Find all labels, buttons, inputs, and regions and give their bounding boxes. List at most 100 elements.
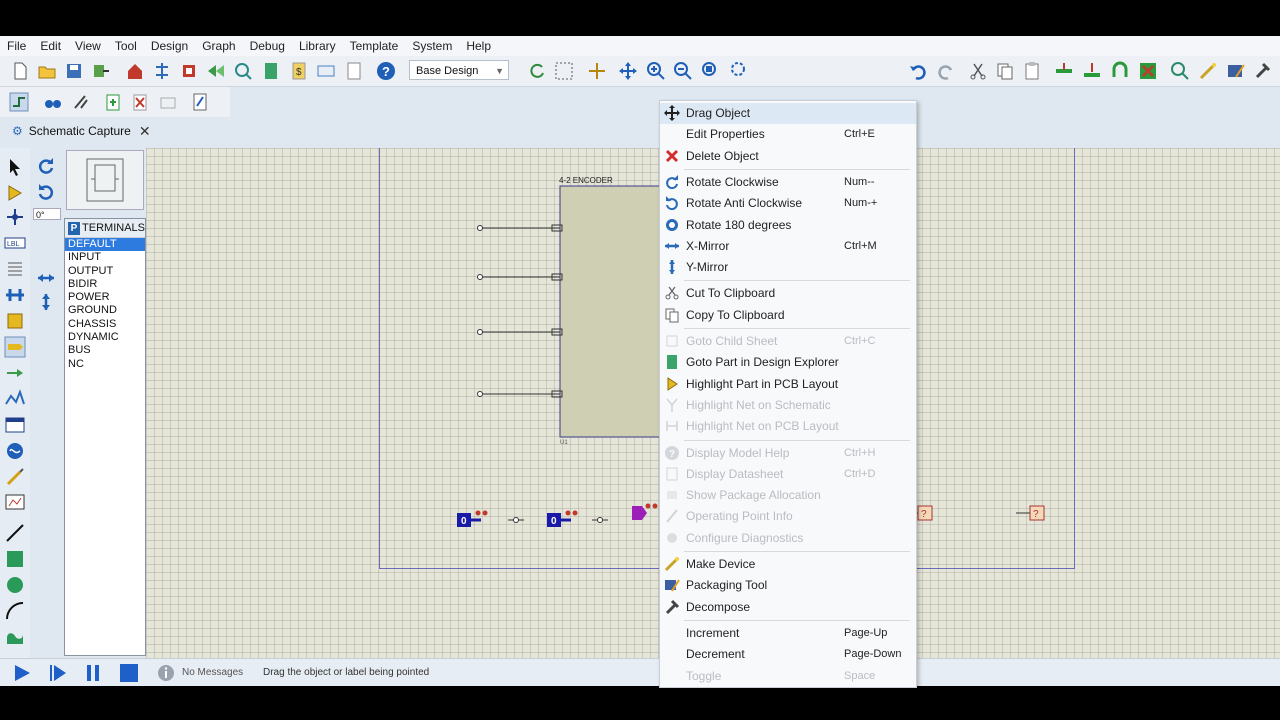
- x-mirror-icon[interactable]: [36, 268, 56, 288]
- zoom-in-icon[interactable]: [646, 61, 666, 81]
- pan-icon[interactable]: [618, 61, 638, 81]
- play-icon[interactable]: [12, 664, 32, 682]
- tape-recorder-icon[interactable]: [4, 414, 26, 436]
- open-folder-icon[interactable]: [37, 61, 57, 81]
- new-file-icon[interactable]: [10, 61, 30, 81]
- block-delete-icon[interactable]: [1138, 61, 1158, 81]
- menu-template[interactable]: Template: [343, 39, 406, 53]
- menu-view[interactable]: View: [68, 39, 108, 53]
- rotate-ccw-icon[interactable]: [36, 182, 56, 202]
- info-icon[interactable]: [156, 664, 176, 682]
- menu-item-decrement[interactable]: Decrement Page-Down: [660, 644, 916, 665]
- menu-tool[interactable]: Tool: [108, 39, 144, 53]
- refresh-icon[interactable]: [527, 61, 547, 81]
- menu-design[interactable]: Design: [144, 39, 195, 53]
- design-explorer-icon[interactable]: [261, 61, 281, 81]
- paste-icon[interactable]: [1022, 61, 1042, 81]
- menu-item-make-device[interactable]: Make Device: [660, 554, 916, 575]
- logic-state-1[interactable]: 0: [547, 510, 608, 528]
- menu-item-rotate-180-degrees[interactable]: Rotate 180 degrees: [660, 215, 916, 236]
- menu-item-y-mirror[interactable]: Y-Mirror: [660, 257, 916, 278]
- voltage-probe-icon[interactable]: [4, 466, 26, 488]
- device-pins-icon[interactable]: [4, 362, 26, 384]
- stop-icon[interactable]: [118, 664, 138, 682]
- undo-icon[interactable]: [908, 61, 928, 81]
- copy-icon[interactable]: [995, 61, 1015, 81]
- property-assignment-icon[interactable]: [71, 92, 91, 112]
- menu-debug[interactable]: Debug: [243, 39, 292, 53]
- terminal-item-power[interactable]: POWER: [65, 291, 145, 304]
- terminal-item-output[interactable]: OUTPUT: [65, 265, 145, 278]
- component-mode-icon[interactable]: [4, 182, 26, 204]
- bill-of-materials-icon[interactable]: $: [289, 61, 309, 81]
- grid-toggle-icon[interactable]: [554, 61, 574, 81]
- menu-item-drag-object[interactable]: Drag Object: [660, 103, 916, 124]
- subcircuit-icon[interactable]: [4, 310, 26, 332]
- wire-autorouter-icon[interactable]: [9, 92, 29, 112]
- menu-item-edit-properties[interactable]: Edit Properties Ctrl+E: [660, 124, 916, 145]
- remove-sheet-icon[interactable]: [130, 92, 150, 112]
- exit-to-parent-icon[interactable]: [158, 92, 178, 112]
- notes-icon[interactable]: [344, 61, 364, 81]
- terminal-item-dynamic[interactable]: DYNAMIC: [65, 331, 145, 344]
- virtual-instruments-icon[interactable]: [4, 492, 26, 514]
- menu-item-increment[interactable]: Increment Page-Up: [660, 623, 916, 644]
- source-code-icon[interactable]: [316, 61, 336, 81]
- terminal-item-input[interactable]: INPUT: [65, 251, 145, 264]
- schematic-icon[interactable]: [152, 61, 172, 81]
- logic-state-0[interactable]: 0: [457, 510, 524, 528]
- encoder-component[interactable]: [559, 185, 661, 438]
- menu-item-rotate-anti-clockwise[interactable]: Rotate Anti Clockwise Num-+: [660, 193, 916, 214]
- packaging-tool-icon[interactable]: [1226, 61, 1246, 81]
- menu-item-copy-to-clipboard[interactable]: Copy To Clipboard: [660, 305, 916, 326]
- redo-icon[interactable]: [936, 61, 956, 81]
- buses-icon[interactable]: [4, 284, 26, 306]
- block-move-icon[interactable]: [1082, 61, 1102, 81]
- menu-graph[interactable]: Graph: [195, 39, 242, 53]
- y-mirror-icon[interactable]: [36, 292, 56, 312]
- menu-system[interactable]: System: [405, 39, 459, 53]
- pcb-icon[interactable]: [179, 61, 199, 81]
- terminal-item-chassis[interactable]: CHASSIS: [65, 318, 145, 331]
- terminals-mode-icon[interactable]: [4, 336, 26, 358]
- zoom-out-icon[interactable]: [673, 61, 693, 81]
- menu-item-cut-to-clipboard[interactable]: Cut To Clipboard: [660, 283, 916, 304]
- zoom-all-icon[interactable]: [701, 61, 721, 81]
- design-variant-select[interactable]: Base Design ▼: [409, 60, 509, 80]
- terminal-item-default[interactable]: DEFAULT: [65, 238, 145, 252]
- pause-icon[interactable]: [83, 664, 103, 682]
- menu-file[interactable]: File: [0, 39, 33, 53]
- menu-item-rotate-clockwise[interactable]: Rotate Clockwise Num--: [660, 172, 916, 193]
- save-icon[interactable]: [64, 61, 84, 81]
- arc-2d-icon[interactable]: [4, 600, 26, 622]
- menu-item-packaging-tool[interactable]: Packaging Tool: [660, 575, 916, 596]
- terminal-item-nc[interactable]: NC: [65, 358, 145, 371]
- step-icon[interactable]: [47, 664, 67, 682]
- junction-dot-icon[interactable]: [4, 206, 26, 228]
- wire-label-icon[interactable]: LBL: [4, 232, 26, 254]
- logic-probe-2[interactable]: ?: [1016, 505, 1045, 521]
- menu-edit[interactable]: Edit: [33, 39, 68, 53]
- new-sheet-icon[interactable]: [103, 92, 123, 112]
- decompose-icon[interactable]: [1253, 61, 1273, 81]
- generator-icon[interactable]: [4, 440, 26, 462]
- terminal-item-ground[interactable]: GROUND: [65, 304, 145, 317]
- line-2d-icon[interactable]: [4, 522, 26, 544]
- rotation-angle-field[interactable]: 0°: [33, 208, 61, 220]
- menu-item-decompose[interactable]: Decompose: [660, 597, 916, 618]
- text-script-icon[interactable]: [4, 258, 26, 280]
- circle-2d-icon[interactable]: [4, 574, 26, 596]
- close-icon[interactable]: ✕: [139, 123, 151, 140]
- menu-item-delete-object[interactable]: Delete Object: [660, 146, 916, 167]
- home-icon[interactable]: [125, 61, 145, 81]
- selection-mode-icon[interactable]: [4, 156, 26, 178]
- help-icon[interactable]: ?: [376, 61, 396, 81]
- menu-help[interactable]: Help: [459, 39, 498, 53]
- block-rotate-icon[interactable]: [1110, 61, 1130, 81]
- zoom-area-icon[interactable]: [730, 61, 750, 81]
- pick-icon[interactable]: P: [68, 221, 81, 235]
- import-icon[interactable]: [91, 61, 111, 81]
- menu-item-goto-part-in-design-explorer[interactable]: Goto Part in Design Explorer: [660, 352, 916, 373]
- menu-item-highlight-part-in-pcb-layout[interactable]: Highlight Part in PCB Layout: [660, 374, 916, 395]
- pick-device-icon[interactable]: [1170, 61, 1190, 81]
